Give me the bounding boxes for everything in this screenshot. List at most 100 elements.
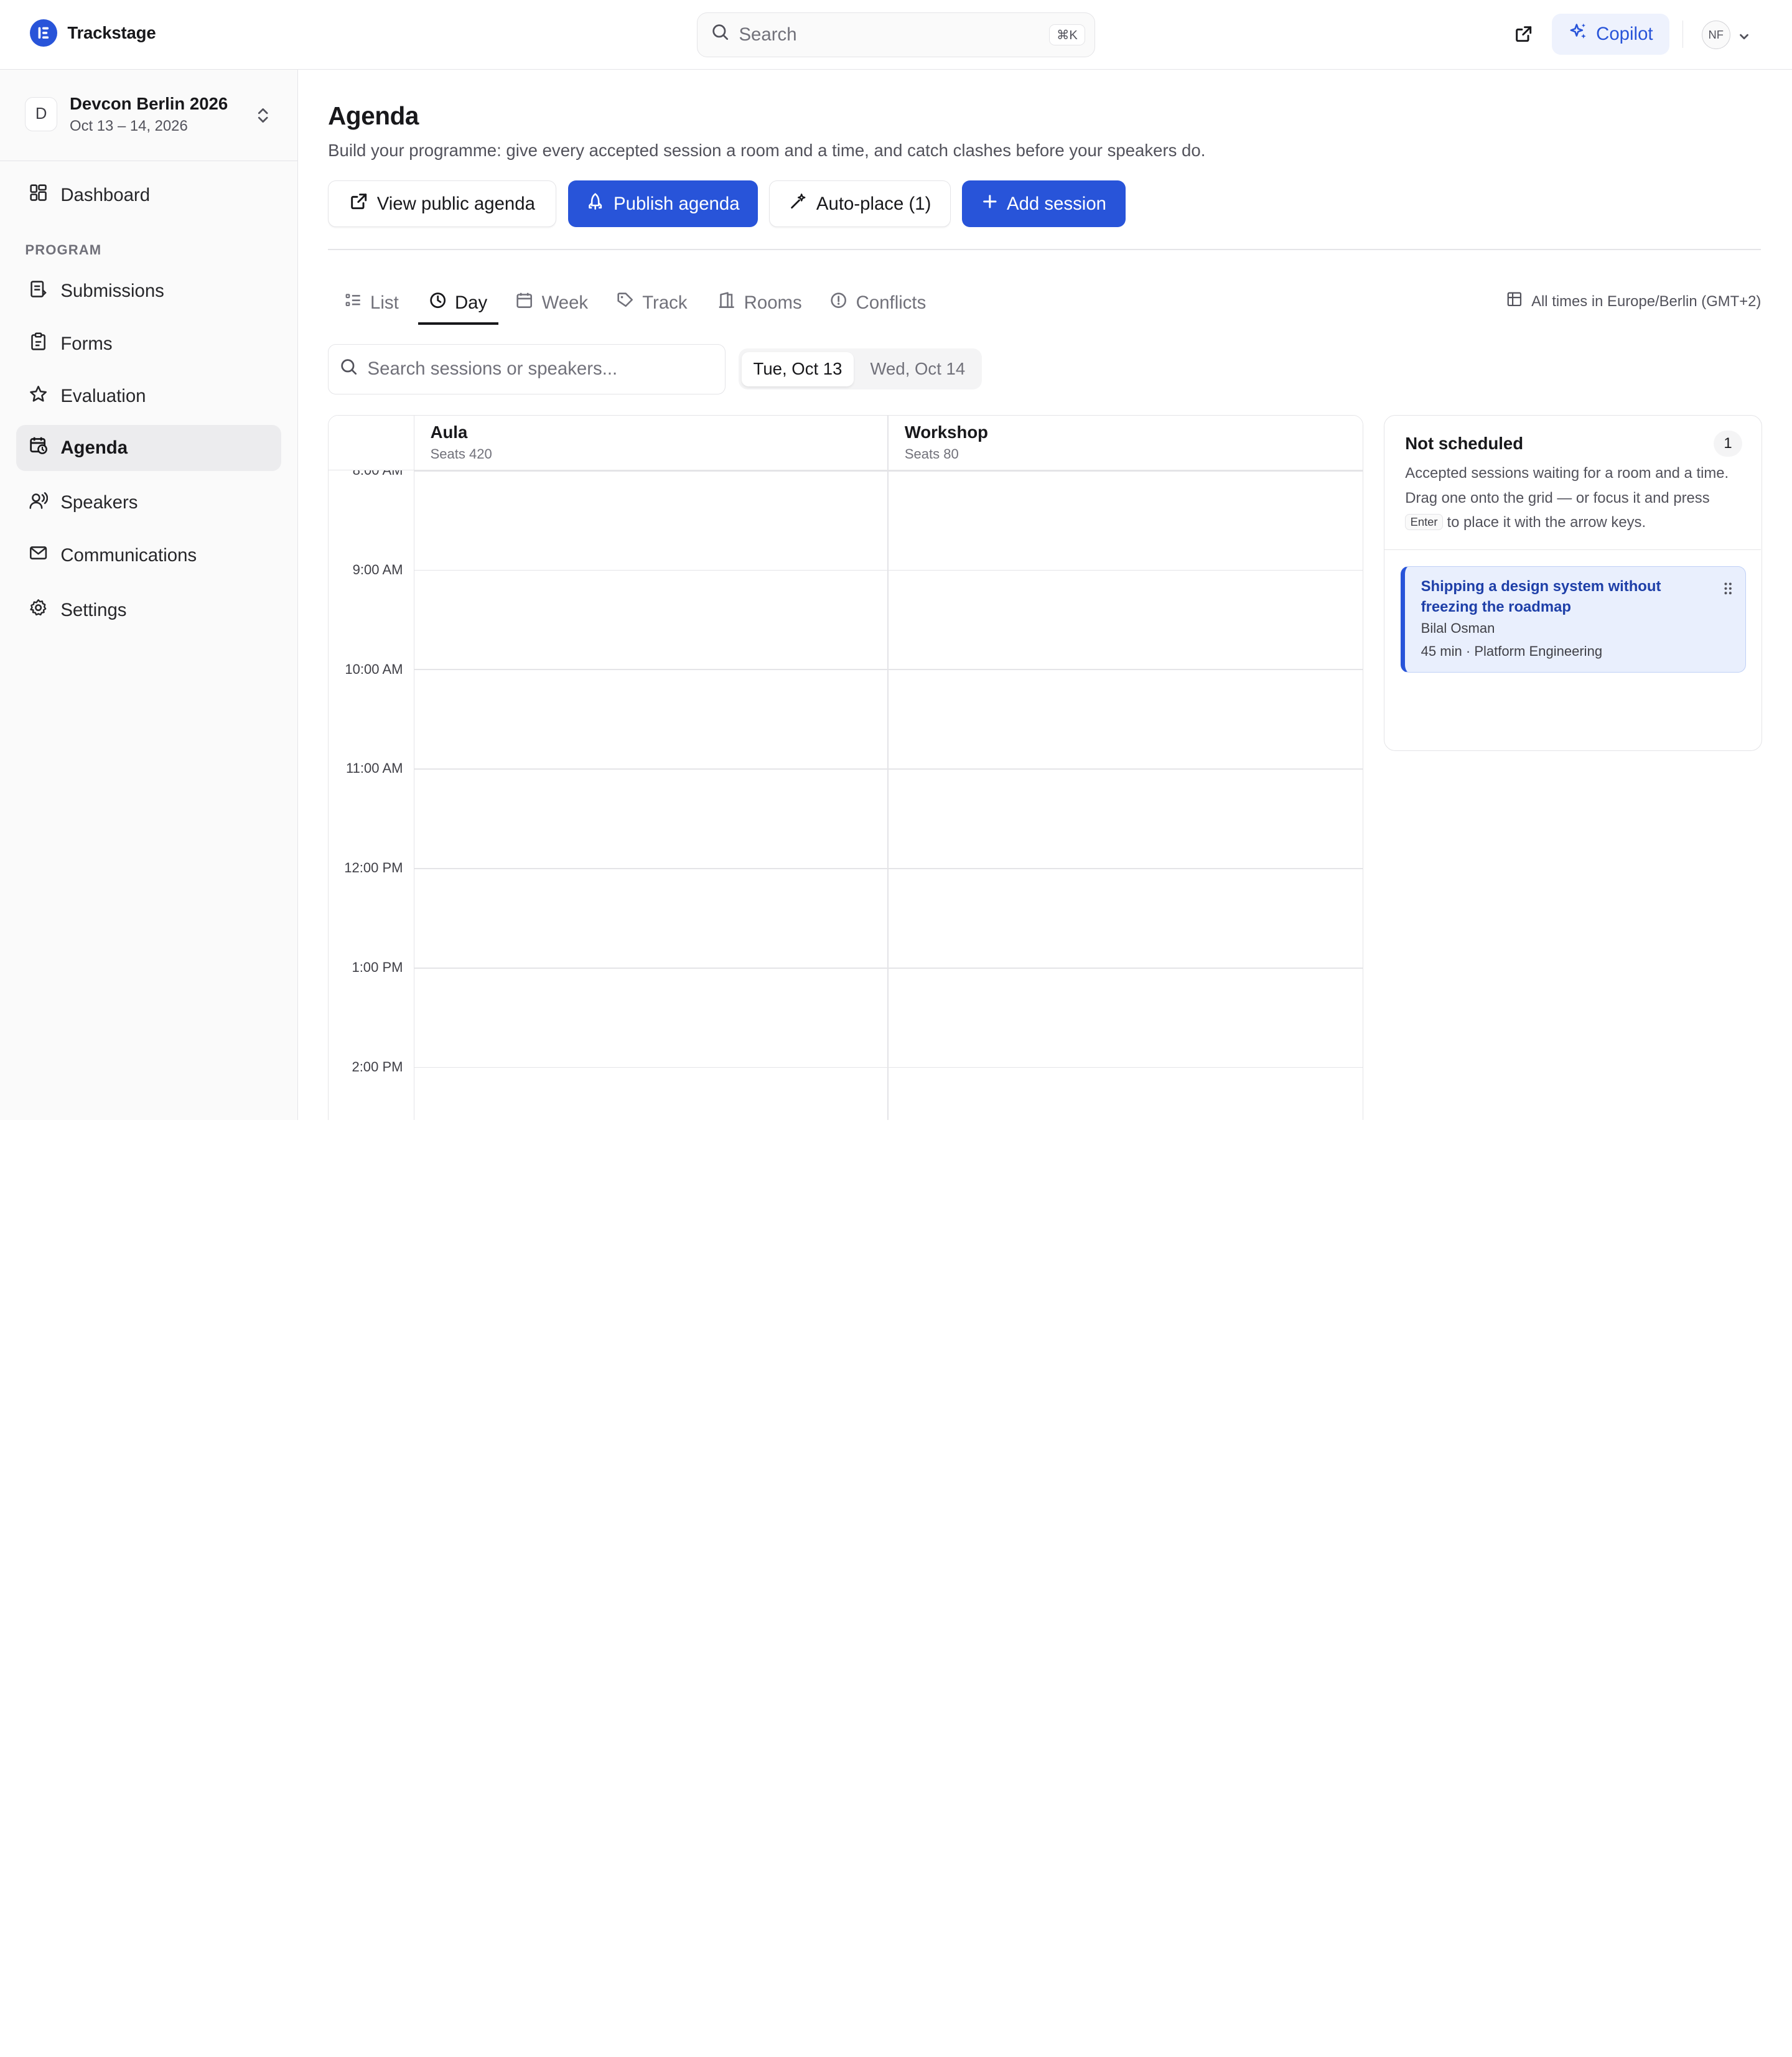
nav-section-program: PROGRAM	[25, 242, 102, 258]
unscheduled-session-card[interactable]: Shipping a design system without freezin…	[1400, 566, 1746, 673]
sidebar-item-agenda[interactable]: Agenda	[16, 425, 281, 471]
magic-wand-icon	[789, 192, 807, 215]
calendar-icon	[515, 291, 533, 314]
button-label: Auto-place (1)	[816, 193, 931, 214]
button-label: Publish agenda	[614, 193, 740, 214]
tab-week[interactable]: Week	[515, 280, 588, 325]
door-icon	[717, 291, 735, 314]
sidebar-item-communications[interactable]: Communications	[16, 533, 281, 578]
star-icon	[29, 385, 48, 409]
drop-zone-workshop[interactable]	[889, 472, 1363, 1120]
sidebar-item-label: Settings	[60, 599, 127, 620]
panel-divider	[1384, 549, 1761, 551]
tab-label: List	[370, 292, 399, 313]
search-icon	[711, 23, 729, 46]
unscheduled-panel: Not scheduled 1 Accepted sessions waitin…	[1384, 414, 1763, 751]
gear-icon	[29, 598, 48, 622]
sidebar-item-evaluation[interactable]: Evaluation	[16, 374, 281, 419]
day-option-tue[interactable]: Tue, Oct 13	[742, 352, 854, 386]
enter-key-hint: Enter	[1405, 514, 1443, 531]
header-column-divider	[887, 415, 889, 470]
brand[interactable]: Trackstage	[29, 19, 156, 47]
page-subtitle: Build your programme: give every accepte…	[328, 140, 1206, 160]
drag-handle-icon[interactable]	[1722, 581, 1734, 602]
day-option-wed[interactable]: Wed, Oct 14	[857, 352, 979, 386]
session-search-placeholder: Search sessions or speakers...	[367, 358, 618, 380]
sidebar-item-settings[interactable]: Settings	[16, 587, 281, 633]
auto-place-button[interactable]: Auto-place (1)	[769, 180, 951, 228]
search-placeholder: Search	[739, 24, 797, 45]
hour-label: 9:00 AM	[352, 561, 403, 577]
schedule-grid: 8:00 AM 9:00 AM 10:00 AM 11:00 AM 12:00 …	[328, 414, 1364, 1120]
session-search-input[interactable]: Search sessions or speakers...	[328, 343, 726, 394]
hour-label: 10:00 AM	[345, 661, 403, 677]
view-public-agenda-button[interactable]: View public agenda	[328, 180, 557, 228]
sidebar-item-label: Forms	[60, 333, 113, 354]
event-name: Devcon Berlin 2026	[70, 93, 228, 113]
clock-icon	[429, 291, 447, 314]
event-badge: D	[25, 97, 57, 132]
sidebar-item-label: Submissions	[60, 281, 164, 302]
main-content: Agenda Build your programme: give every …	[298, 70, 1792, 1120]
room-capacity-workshop: Seats 80	[904, 446, 959, 462]
sidebar-item-speakers[interactable]: Speakers	[16, 480, 281, 525]
tab-label: Track	[642, 292, 688, 313]
grid-icon	[1506, 291, 1523, 312]
search-icon	[340, 358, 358, 381]
speaker-icon	[29, 491, 49, 515]
panel-title: Not scheduled	[1405, 434, 1524, 454]
rocket-icon	[586, 192, 604, 215]
session-speaker: Bilal Osman	[1421, 620, 1495, 637]
sidebar-item-label: Agenda	[60, 437, 128, 458]
tab-day[interactable]: Day	[429, 280, 487, 325]
drop-zone-aula[interactable]	[416, 472, 888, 1120]
timezone-note: All times in Europe/Berlin (GMT+2)	[1506, 291, 1762, 312]
avatar[interactable]: NF	[1701, 21, 1730, 49]
add-session-button[interactable]: Add session	[962, 180, 1126, 228]
clipboard-icon	[29, 332, 48, 356]
button-label: Add session	[1006, 193, 1107, 214]
global-search[interactable]: Search ⌘K	[697, 12, 1095, 57]
sidebar-item-label: Communications	[60, 544, 197, 566]
event-switcher[interactable]: D Devcon Berlin 2026 Oct 13 – 14, 2026	[0, 70, 297, 161]
external-link-icon	[350, 192, 368, 215]
sidebar-item-submissions[interactable]: Submissions	[16, 269, 281, 314]
tab-conflicts[interactable]: Conflicts	[829, 280, 926, 325]
grid-header-spacer	[329, 415, 414, 470]
sparkles-icon	[1569, 22, 1588, 46]
alert-circle-icon	[829, 291, 847, 314]
tab-track[interactable]: Track	[616, 280, 688, 325]
tag-icon	[616, 291, 634, 314]
hour-label: 12:00 PM	[344, 860, 403, 876]
sidebar-item-forms[interactable]: Forms	[16, 321, 281, 366]
dashboard-icon	[29, 183, 48, 207]
hour-label: 11:00 AM	[346, 760, 403, 777]
topbar-divider	[1682, 21, 1684, 49]
button-label: View public agenda	[376, 193, 535, 214]
sidebar-item-dashboard[interactable]: Dashboard	[16, 172, 281, 218]
timezone-label: All times in Europe/Berlin (GMT+2)	[1531, 292, 1762, 310]
grid-header: Aula Seats 420 Workshop Seats 80	[329, 415, 1363, 470]
panel-help-text: Accepted sessions waiting for a room and…	[1405, 461, 1742, 534]
copilot-button[interactable]: Copilot	[1552, 14, 1670, 55]
mail-icon	[29, 543, 48, 567]
publish-agenda-button[interactable]: Publish agenda	[567, 180, 758, 228]
day-switcher: Tue, Oct 13 Wed, Oct 14	[738, 348, 982, 390]
open-external-icon[interactable]	[1511, 22, 1536, 47]
session-meta: 45 min · Platform Engineering	[1421, 643, 1603, 660]
session-title: Shipping a design system without freezin…	[1421, 577, 1661, 615]
tab-list[interactable]: List	[344, 280, 399, 325]
chevron-down-icon[interactable]	[1737, 27, 1751, 49]
header-divider	[328, 249, 1762, 251]
room-name-workshop: Workshop	[904, 422, 988, 442]
event-dates: Oct 13 – 14, 2026	[70, 118, 188, 135]
room-name-aula: Aula	[430, 422, 468, 442]
submissions-icon	[29, 279, 48, 304]
tab-label: Rooms	[744, 292, 802, 313]
tab-rooms[interactable]: Rooms	[717, 280, 802, 325]
copilot-label: Copilot	[1596, 24, 1653, 45]
search-shortcut: ⌘K	[1049, 24, 1085, 46]
room-capacity-aula: Seats 420	[430, 446, 492, 462]
chevron-up-down-icon	[254, 105, 272, 131]
page-title: Agenda	[328, 101, 419, 131]
